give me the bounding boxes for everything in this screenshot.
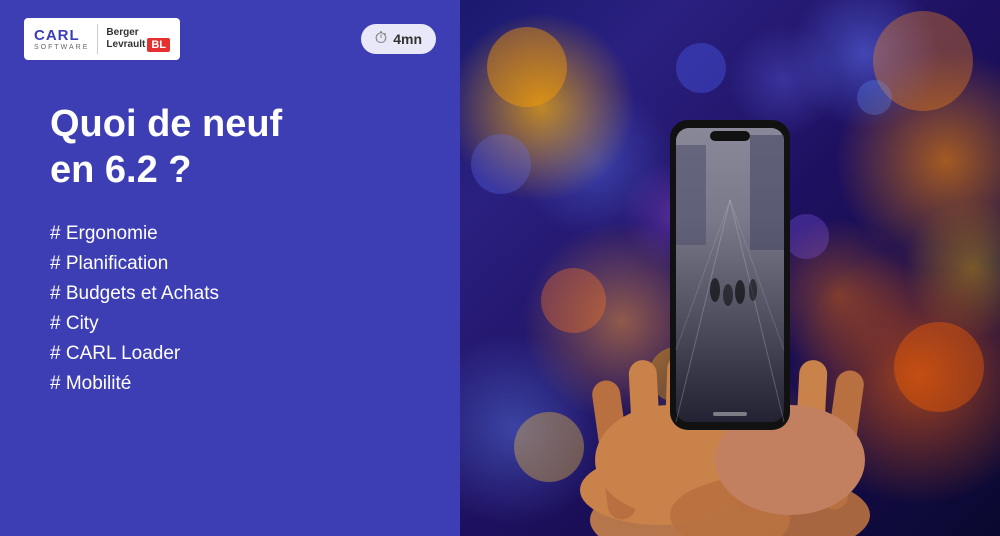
hashtag-budgets: # Budgets et Achats: [50, 283, 410, 305]
right-panel: [460, 0, 1000, 536]
logo: CARL SOFTWARE Berger Levrault BL: [24, 18, 180, 60]
hashtag-carl-loader: # CARL Loader: [50, 343, 410, 365]
hashtag-list: # Ergonomie # Planification # Budgets et…: [0, 213, 460, 415]
timer-label: 4mn: [393, 31, 422, 47]
software-text: SOFTWARE: [34, 44, 89, 51]
header: CARL SOFTWARE Berger Levrault BL ⏱ 4mn: [0, 0, 460, 72]
title-line1: Quoi de neuf: [50, 103, 282, 145]
hashtag-ergonomie: # Ergonomie: [50, 223, 410, 245]
title-line2: en 6.2 ?: [50, 149, 192, 191]
main-container: CARL SOFTWARE Berger Levrault BL ⏱ 4mn: [0, 0, 1000, 536]
levrault-text: Levrault: [106, 39, 145, 50]
hashtag-city: # City: [50, 313, 410, 335]
timer-badge: ⏱ 4mn: [361, 24, 436, 54]
phone-hands-scene: [460, 0, 1000, 536]
bl-badge: BL: [147, 38, 170, 52]
page-title: Quoi de neuf en 6.2 ?: [50, 102, 410, 193]
main-title-section: Quoi de neuf en 6.2 ?: [0, 72, 460, 213]
berger-text: Berger: [106, 27, 170, 38]
left-panel: CARL SOFTWARE Berger Levrault BL ⏱ 4mn: [0, 0, 460, 536]
hashtag-planification: # Planification: [50, 253, 410, 275]
hashtag-mobilite: # Mobilité: [50, 373, 410, 395]
timer-icon: ⏱: [375, 30, 387, 48]
carl-text: CARL: [34, 27, 80, 44]
